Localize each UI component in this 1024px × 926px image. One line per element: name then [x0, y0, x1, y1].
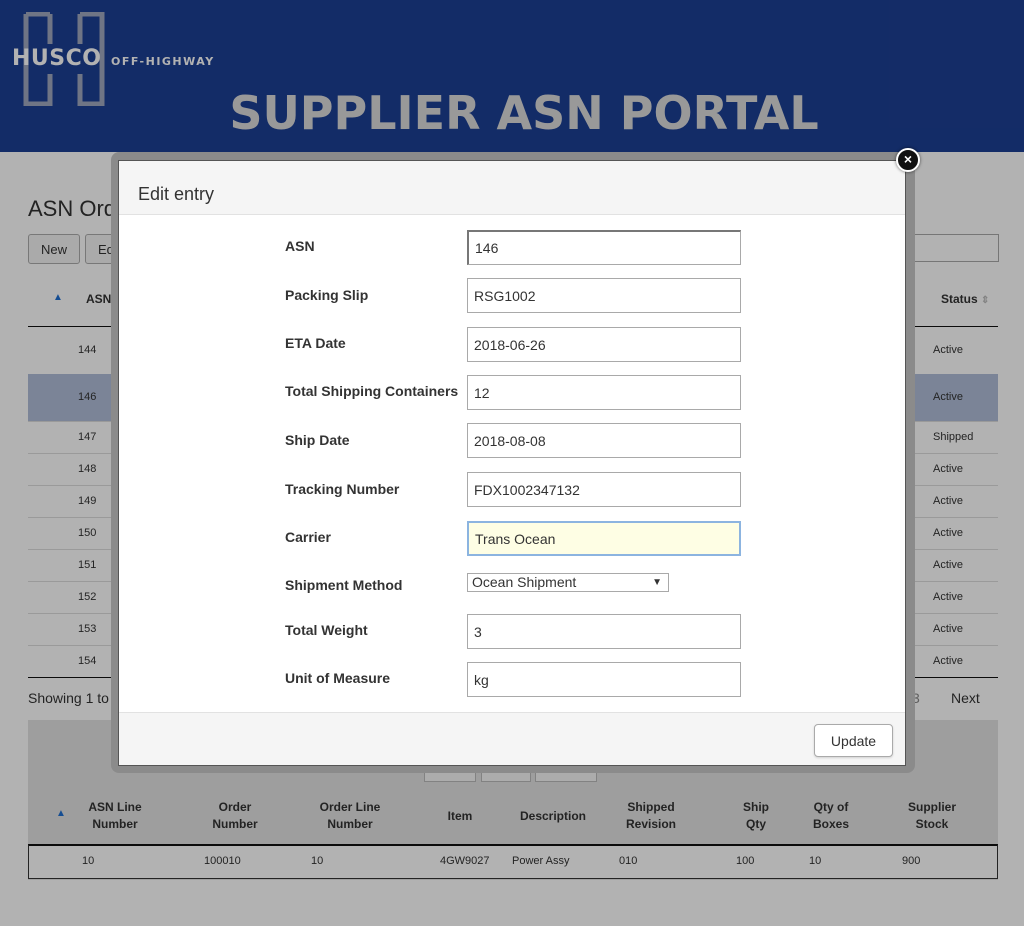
- shipment-method-label: Shipment Method: [285, 577, 403, 593]
- total-shipping-containers-field[interactable]: [467, 375, 741, 410]
- close-icon[interactable]: ×: [896, 148, 920, 172]
- carrier-label: Carrier: [285, 529, 331, 545]
- total-weight-label: Total Weight: [285, 622, 368, 638]
- tracking-number-field[interactable]: [467, 472, 741, 507]
- shipment-method-select[interactable]: Ocean Shipment ▼: [467, 573, 669, 592]
- dialog-header: Edit entry: [119, 161, 905, 215]
- asn-field[interactable]: [467, 230, 741, 265]
- shipment-method-value: Ocean Shipment: [472, 574, 577, 590]
- asn-label: ASN: [285, 238, 315, 254]
- carrier-field[interactable]: [467, 521, 741, 556]
- ship-date-field[interactable]: [467, 423, 741, 458]
- tracking-number-label: Tracking Number: [285, 481, 400, 497]
- ship-date-label: Ship Date: [285, 432, 350, 448]
- unit-of-measure-field[interactable]: [467, 662, 741, 697]
- dialog-title: Edit entry: [138, 184, 215, 204]
- eta-date-field[interactable]: [467, 327, 741, 362]
- unit-of-measure-label: Unit of Measure: [285, 670, 391, 686]
- edit-entry-dialog: Edit entry ASN Packing Slip ETA Date Tot…: [118, 160, 906, 766]
- packing-slip-label: Packing Slip: [285, 287, 369, 303]
- dropdown-arrow-icon: ▼: [652, 577, 662, 588]
- packing-slip-field[interactable]: [467, 278, 741, 313]
- dialog-footer: Update: [119, 712, 905, 765]
- total-weight-field[interactable]: [467, 614, 741, 649]
- update-button[interactable]: Update: [814, 724, 893, 757]
- total-shipping-containers-label: Total Shipping Containers: [285, 383, 459, 399]
- eta-date-label: ETA Date: [285, 335, 346, 351]
